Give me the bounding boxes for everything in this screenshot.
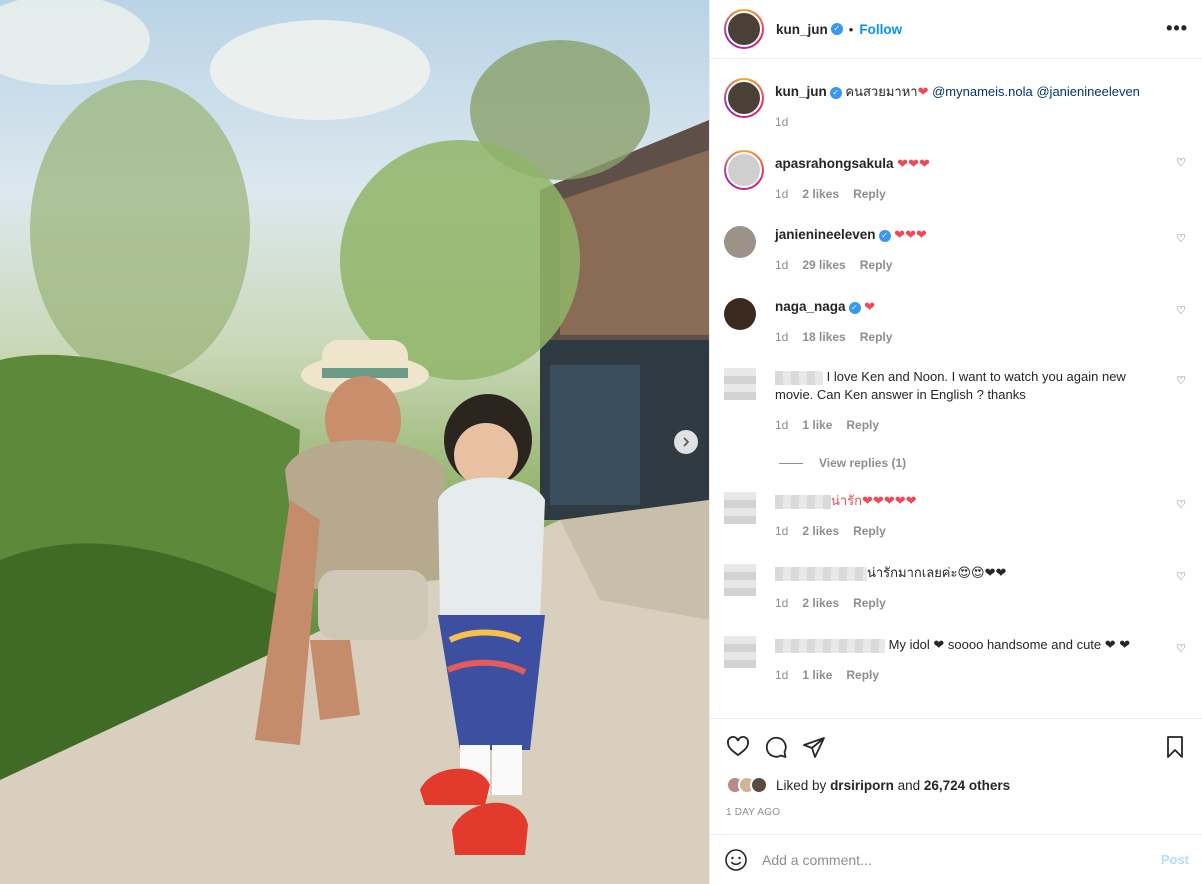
post-comment-button[interactable]: Post <box>1161 852 1189 867</box>
comment-text: ❤❤❤ <box>897 156 930 171</box>
verified-badge-icon: ✓ <box>878 229 891 242</box>
liked-by-and: and <box>897 777 921 793</box>
verified-badge-icon: ✓ <box>830 23 843 35</box>
caption-heart: ❤ <box>917 84 929 99</box>
comment-username[interactable]: janienineeleven <box>775 227 876 242</box>
caption-avatar[interactable] <box>724 78 764 118</box>
comment-time: 1d <box>775 668 789 682</box>
comment-username[interactable]: apasrahongsakula <box>775 156 894 171</box>
reply-button[interactable]: Reply <box>853 187 886 201</box>
commenter-avatar-blurred[interactable] <box>724 368 756 400</box>
list-item: I love Ken and Noon. I want to watch you… <box>724 368 1194 432</box>
more-options-button[interactable]: ••• <box>1166 18 1188 39</box>
blurred-username <box>775 494 831 509</box>
caption-username[interactable]: kun_jun <box>775 84 827 99</box>
chevron-right-icon <box>683 437 690 447</box>
comment-time: 1d <box>775 258 789 272</box>
commenter-avatar-blurred[interactable] <box>724 492 756 524</box>
comment-text: My idol ❤ soooo handsome and cute ❤ ❤ <box>888 637 1131 652</box>
comment-text: I love Ken and Noon. I want to watch you… <box>775 369 1126 402</box>
like-comment-heart-icon[interactable]: ♡ <box>1176 156 1186 169</box>
comment-text: ❤❤❤ <box>894 227 927 242</box>
comment-text: น่ารักมากเลยค่ะ😍😍❤❤ <box>867 565 1007 580</box>
like-comment-heart-icon[interactable]: ♡ <box>1176 570 1186 583</box>
heart-outline-icon[interactable] <box>726 735 750 759</box>
commenter-avatar-blurred[interactable] <box>724 636 756 668</box>
view-replies-button[interactable]: View replies (1) <box>779 456 906 470</box>
like-comment-heart-icon[interactable]: ♡ <box>1176 642 1186 655</box>
comment-likes[interactable]: 2 likes <box>802 187 839 201</box>
reply-button[interactable]: Reply <box>853 524 886 538</box>
like-comment-heart-icon[interactable]: ♡ <box>1176 374 1186 387</box>
author-avatar[interactable] <box>724 9 764 49</box>
list-item: janienineeleven ✓ ❤❤❤ 1d 29 likes Reply ♡ <box>724 226 1194 272</box>
separator-dot: • <box>848 21 854 37</box>
comment-text: ❤ <box>864 299 876 314</box>
post-photo[interactable] <box>0 0 709 884</box>
comment-likes[interactable]: 18 likes <box>802 330 845 344</box>
post-actions: Liked by drsiriporn and 26,724 others 1 … <box>710 718 1202 834</box>
comment-likes[interactable]: 1 like <box>802 418 832 432</box>
liked-by-prefix: Liked by <box>776 777 827 793</box>
smiley-icon[interactable] <box>724 848 748 872</box>
list-item: น่ารักมากเลยค่ะ😍😍❤❤ 1d 2 likes Reply ♡ <box>724 564 1194 610</box>
post-date: 1 DAY AGO <box>726 807 781 818</box>
list-item: น่ารัก❤❤❤❤❤ 1d 2 likes Reply ♡ <box>724 492 1194 538</box>
post-modal: kun_jun ✓ • Follow ••• kun_jun ✓ คนสวยมาห… <box>0 0 1202 884</box>
comment-text: น่ารัก❤❤❤❤❤ <box>831 493 917 508</box>
comment-likes[interactable]: 2 likes <box>802 524 839 538</box>
photo-scene <box>0 0 709 884</box>
caption-text: คนสวยมาหา <box>845 84 918 99</box>
liked-count[interactable]: 26,724 others <box>924 778 1010 793</box>
comment-username[interactable]: naga_naga <box>775 299 846 314</box>
comment-bubble-icon[interactable] <box>764 735 788 759</box>
commenter-avatar[interactable] <box>724 226 756 258</box>
verified-badge-icon: ✓ <box>829 86 842 99</box>
liker-avatar[interactable] <box>750 776 768 794</box>
follow-button[interactable]: Follow <box>859 22 902 37</box>
blurred-username <box>775 566 867 581</box>
reply-button[interactable]: Reply <box>846 668 879 682</box>
reply-button[interactable]: Reply <box>860 330 893 344</box>
commenter-avatar[interactable] <box>724 150 764 190</box>
liked-by: Liked by drsiriporn and 26,724 others <box>726 776 1010 794</box>
comments-list: kun_jun ✓ คนสวยมาหา❤ @mynameis.nola @jani… <box>710 60 1202 718</box>
comment-time: 1d <box>775 418 789 432</box>
add-comment-bar: Post <box>710 834 1202 884</box>
reply-button[interactable]: Reply <box>860 258 893 272</box>
commenter-avatar-blurred[interactable] <box>724 564 756 596</box>
comment-likes[interactable]: 1 like <box>802 668 832 682</box>
comment-time: 1d <box>775 187 789 201</box>
verified-badge-icon: ✓ <box>848 301 861 314</box>
post-header: kun_jun ✓ • Follow ••• <box>710 0 1202 59</box>
comment-likes[interactable]: 2 likes <box>802 596 839 610</box>
reply-button[interactable]: Reply <box>853 596 886 610</box>
comment-input[interactable] <box>762 851 1161 868</box>
author-username[interactable]: kun_jun <box>776 22 828 37</box>
comment-likes[interactable]: 29 likes <box>802 258 845 272</box>
commenter-avatar[interactable] <box>724 298 756 330</box>
blurred-username <box>775 638 885 653</box>
bookmark-icon[interactable] <box>1163 735 1187 759</box>
next-photo-button[interactable] <box>674 430 698 454</box>
like-comment-heart-icon[interactable]: ♡ <box>1176 498 1186 511</box>
like-comment-heart-icon[interactable]: ♡ <box>1176 304 1186 317</box>
caption-time: 1d <box>775 115 789 129</box>
post-side-panel: kun_jun ✓ • Follow ••• kun_jun ✓ คนสวยมาห… <box>709 0 1202 884</box>
reply-button[interactable]: Reply <box>846 418 879 432</box>
comment-time: 1d <box>775 524 789 538</box>
list-item: My idol ❤ soooo handsome and cute ❤ ❤ 1d… <box>724 636 1194 682</box>
paper-plane-icon[interactable] <box>802 735 826 759</box>
mention-link[interactable]: @mynameis.nola <box>932 84 1033 99</box>
blurred-username <box>775 370 823 385</box>
comment-time: 1d <box>775 596 789 610</box>
list-item: naga_naga ✓ ❤ 1d 18 likes Reply ♡ <box>724 298 1194 344</box>
comment-time: 1d <box>775 330 789 344</box>
list-item: apasrahongsakula ❤❤❤ 1d 2 likes Reply ♡ <box>724 150 1194 201</box>
like-comment-heart-icon[interactable]: ♡ <box>1176 232 1186 245</box>
mention-link[interactable]: @janienineeleven <box>1036 84 1140 99</box>
caption: kun_jun ✓ คนสวยมาหา❤ @mynameis.nola @jani… <box>724 78 1194 129</box>
liked-by-user[interactable]: drsiriporn <box>830 778 894 793</box>
